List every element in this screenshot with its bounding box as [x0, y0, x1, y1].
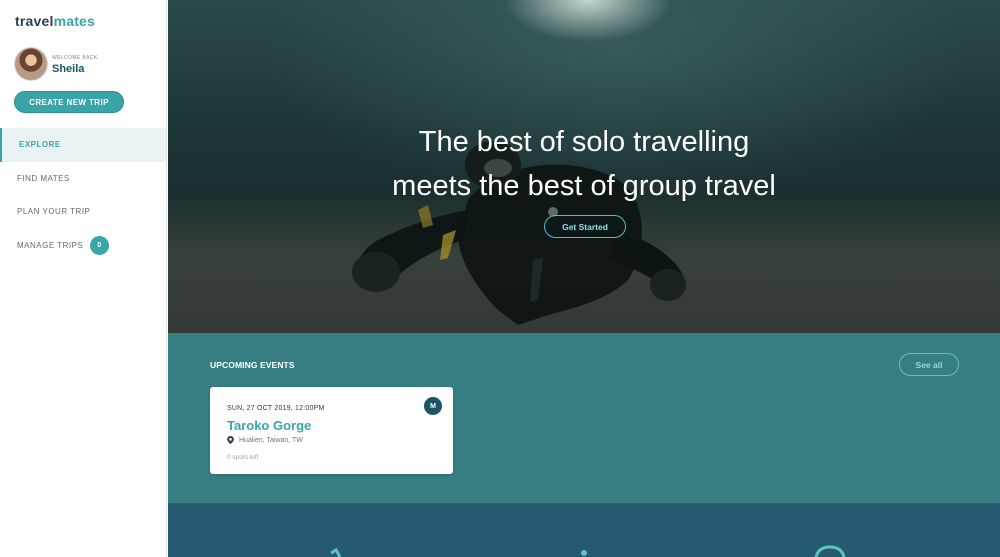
event-location: Hualien, Taiwan, TW: [227, 436, 303, 444]
brand-logo-part1: travel: [15, 13, 54, 29]
welcome-label: WELCOME BACK: [52, 55, 98, 61]
manage-trips-count-badge: 0: [90, 235, 109, 255]
sidebar-item-manage-trips[interactable]: MANAGE TRIPS 0: [0, 229, 166, 263]
brand-logo-part2: mates: [53, 13, 96, 29]
sidebar: travelmates WELCOME BACK Sheila CREATE N…: [0, 0, 167, 557]
event-location-text: Hualien, Taiwan, TW: [239, 436, 303, 444]
hero-banner: The best of solo travelling meets the be…: [168, 0, 1000, 333]
upcoming-events-section: UPCOMING EVENTS See all SUN, 27 OCT 2019…: [168, 333, 1000, 503]
feature-icon-2: [581, 550, 587, 556]
brand-logo[interactable]: travelmates: [15, 13, 95, 29]
sidebar-item-plan-your-trip[interactable]: PLAN YOUR TRIP: [0, 195, 166, 229]
sidebar-item-label: EXPLORE: [19, 140, 61, 150]
user-name[interactable]: Sheila: [52, 63, 84, 75]
event-title[interactable]: Taroko Gorge: [227, 418, 311, 433]
user-avatar[interactable]: [14, 47, 48, 81]
see-all-button[interactable]: See all: [899, 353, 959, 376]
organizer-avatar[interactable]: M: [424, 397, 442, 415]
event-spots-left: 0 spots left: [227, 454, 259, 461]
sidebar-item-find-mates[interactable]: FIND MATES: [0, 162, 166, 196]
section-title: UPCOMING EVENTS: [210, 360, 295, 370]
feature-icon-3: [814, 545, 846, 557]
get-started-button[interactable]: Get Started: [544, 215, 626, 238]
hero-headline-line2: meets the best of group travel: [392, 170, 776, 202]
sidebar-item-explore[interactable]: EXPLORE: [0, 128, 166, 162]
event-card[interactable]: SUN, 27 OCT 2019, 12:00PM Taroko Gorge H…: [210, 387, 453, 474]
hero-headline-line1: The best of solo travelling: [418, 126, 750, 158]
feature-icon-1: [330, 547, 342, 557]
sidebar-item-label: FIND MATES: [17, 173, 70, 183]
sidebar-nav: EXPLORE FIND MATES PLAN YOUR TRIP MANAGE…: [0, 128, 166, 262]
hero-headline: The best of solo travelling meets the be…: [168, 120, 1000, 208]
features-icons: [330, 545, 846, 557]
map-pin-icon: [227, 436, 234, 444]
create-new-trip-button[interactable]: CREATE NEW TRIP: [14, 91, 124, 113]
features-section: [168, 503, 1000, 557]
sidebar-item-label: PLAN YOUR TRIP: [17, 207, 91, 217]
sidebar-item-label: MANAGE TRIPS: [17, 240, 84, 250]
event-date: SUN, 27 OCT 2019, 12:00PM: [227, 405, 325, 412]
